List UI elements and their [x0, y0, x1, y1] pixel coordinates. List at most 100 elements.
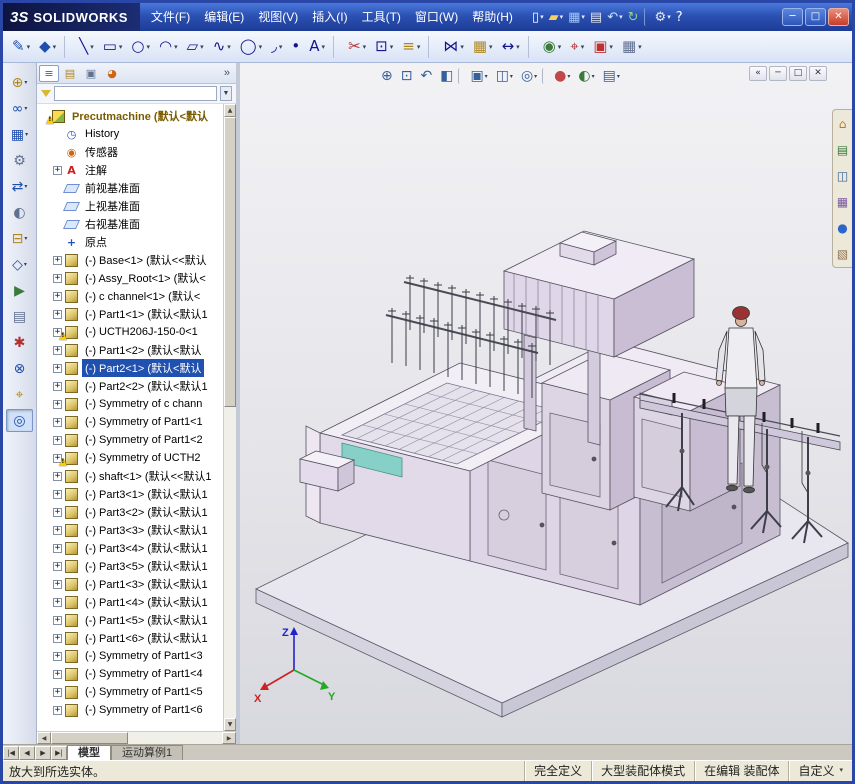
- tree-item-sym-part1-1[interactable]: + (-) Symmetry of Part1<1: [40, 413, 222, 431]
- sketch-tool-mirror-entities[interactable]: ⋈ ▾: [439, 34, 468, 60]
- titlebar-tool-rebuild[interactable]: ↻ ▾: [626, 6, 641, 28]
- menu-tools[interactable]: 工具(T): [355, 3, 408, 31]
- tab-scroll-first[interactable]: |◀: [3, 746, 19, 760]
- titlebar-tool-options[interactable]: ⚙ ▾: [653, 6, 673, 28]
- doc-control-doc-minimize[interactable]: ─: [769, 66, 787, 81]
- assembly-tool-interference-detection[interactable]: ⊗ ▾: [6, 357, 33, 380]
- tree-item-shaft-1[interactable]: + (-) shaft<1> (默认<<默认1: [40, 467, 222, 485]
- sketch-tool-text[interactable]: A ▾: [305, 34, 329, 60]
- view-tool-view-settings[interactable]: ▤ ▾: [600, 66, 623, 86]
- expander-icon[interactable]: +: [53, 633, 62, 643]
- expander-icon[interactable]: +: [53, 525, 62, 535]
- tree-item-sym-part1-4[interactable]: + (-) Symmetry of Part1<4: [40, 665, 222, 683]
- tree-item-ucth206j-150-0-1[interactable]: + (-) UCTH206J-150-0<1: [40, 323, 222, 341]
- assembly-tool-measure[interactable]: ⌖ ▾: [6, 383, 33, 406]
- view-tool-previous-view[interactable]: ↶ ▾: [417, 66, 435, 86]
- tree-item-right-plane[interactable]: + 右视基准面: [40, 215, 222, 233]
- expander-icon[interactable]: +: [53, 417, 62, 427]
- tree-item-sym-c-channel[interactable]: + (-) Symmetry of c chann: [40, 395, 222, 413]
- view-tool-zoom-to-fit[interactable]: ⊕ ▾: [378, 66, 396, 86]
- expander-icon[interactable]: +: [53, 399, 62, 409]
- window-button-close[interactable]: ✕: [828, 8, 849, 26]
- tree-item-sym-part1-3[interactable]: + (-) Symmetry of Part1<3: [40, 647, 222, 665]
- expander-icon[interactable]: +: [53, 309, 62, 319]
- expander-icon[interactable]: +: [53, 615, 62, 625]
- tab-motion-study-1[interactable]: 运动算例1: [111, 745, 184, 760]
- sketch-tool-linear-sketch-pattern[interactable]: ▦ ▾: [469, 34, 497, 60]
- tree-item-part3-3[interactable]: + (-) Part3<3> (默认<默认1: [40, 521, 222, 539]
- tree-item-sym-part1-2[interactable]: + (-) Symmetry of Part1<2: [40, 431, 222, 449]
- tree-item-part3-5[interactable]: + (-) Part3<5> (默认<默认1: [40, 557, 222, 575]
- assembly-tool-smart-fasteners[interactable]: ⚙ ▾: [6, 149, 33, 172]
- graphics-viewport[interactable]: ⊕ ▾ ⊡ ▾ ↶ ▾ ◧ ▾ ▾ ▣: [240, 63, 852, 744]
- assembly-tool-exploded-view[interactable]: ✱ ▾: [6, 331, 33, 354]
- scroll-up-button[interactable]: ▲: [224, 104, 236, 117]
- window-button-maximize[interactable]: □: [805, 8, 826, 26]
- sketch-tool-arc[interactable]: ◠ ▾: [155, 34, 182, 60]
- menu-view[interactable]: 视图(V): [251, 3, 305, 31]
- expander-icon[interactable]: +: [53, 669, 62, 679]
- view-tool-section-view[interactable]: ◧ ▾: [437, 66, 456, 86]
- expander-icon[interactable]: +: [53, 363, 62, 373]
- expander-icon[interactable]: +: [53, 255, 62, 265]
- tree-item-part3-4[interactable]: + (-) Part3<4> (默认<默认1: [40, 539, 222, 557]
- taskpane-tab-file-explorer[interactable]: ◫: [834, 166, 851, 185]
- sketch-tool-sketch[interactable]: ✎ ▾: [8, 34, 34, 60]
- doc-control-doc-close[interactable]: ✕: [809, 66, 827, 81]
- doc-control-featuremanager-collapse[interactable]: «: [749, 66, 767, 81]
- sketch-tool-point[interactable]: • ▾: [287, 34, 304, 60]
- expander-icon[interactable]: +: [53, 561, 62, 571]
- scroll-track[interactable]: [224, 117, 236, 718]
- assembly-tool-assembly-features[interactable]: ⊟ ▾: [6, 227, 33, 250]
- panel-tab-displaymanager[interactable]: ◕: [102, 65, 122, 82]
- view-tool-apply-scene[interactable]: ◐ ▾: [575, 66, 597, 86]
- tree-item-sensors[interactable]: + 传感器: [40, 143, 222, 161]
- tree-item-part3-2[interactable]: + (-) Part3<2> (默认<默认1: [40, 503, 222, 521]
- sketch-tool-sketch-fillet[interactable]: ◞ ▾: [267, 34, 286, 60]
- view-tool-display-style[interactable]: ◫ ▾: [493, 66, 516, 86]
- tree-item-part1-2[interactable]: + (-) Part1<2> (默认<默认: [40, 341, 222, 359]
- sketch-tool-move-entities[interactable]: ↔ ▾: [498, 34, 524, 60]
- taskpane-tab-view-palette[interactable]: ▦: [834, 192, 851, 211]
- scroll-left-button[interactable]: ◀: [37, 732, 51, 744]
- view-tool-edit-appearance[interactable]: ● ▾: [551, 66, 573, 86]
- expander-icon[interactable]: +: [53, 345, 62, 355]
- tree-item-part1-3[interactable]: + (-) Part1<3> (默认<默认1: [40, 575, 222, 593]
- sketch-tool-trim-entities[interactable]: ✂ ▾: [344, 34, 370, 60]
- titlebar-tool-help[interactable]: ? ▾: [674, 6, 685, 28]
- tab-scroll-last[interactable]: ▶|: [51, 746, 67, 760]
- sketch-tool-smart-dimension[interactable]: ◆ ▾: [35, 34, 60, 60]
- titlebar-tool-save[interactable]: ▦ ▾: [566, 6, 587, 28]
- menu-insert[interactable]: 插入(I): [305, 3, 354, 31]
- taskpane-tab-custom-properties[interactable]: ▧: [834, 244, 851, 263]
- sketch-tool-display-relations[interactable]: ◉ ▾: [539, 34, 566, 60]
- tree-vertical-scrollbar[interactable]: ▲ ▼: [223, 104, 236, 731]
- menu-file[interactable]: 文件(F): [144, 3, 197, 31]
- filter-input[interactable]: [54, 86, 217, 101]
- sketch-tool-line[interactable]: ╲ ▾: [75, 34, 98, 60]
- scroll-down-button[interactable]: ▼: [224, 718, 236, 731]
- view-tool-hide-show-items[interactable]: ◎ ▾: [518, 66, 540, 86]
- tree-item-part1-5[interactable]: + (-) Part1<5> (默认<默认1: [40, 611, 222, 629]
- scroll-right-button[interactable]: ▶: [222, 732, 236, 744]
- tree-item-assy-root-1[interactable]: + (-) Assy_Root<1> (默认<: [40, 269, 222, 287]
- sketch-tool-corner-rectangle[interactable]: ▭ ▾: [99, 34, 127, 60]
- expander-icon[interactable]: +: [53, 579, 62, 589]
- scroll-thumb[interactable]: [51, 732, 128, 744]
- expander-icon[interactable]: +: [53, 471, 62, 481]
- doc-control-doc-restore[interactable]: □: [789, 66, 807, 81]
- assembly-tool-reference-geometry[interactable]: ◇ ▾: [6, 253, 33, 276]
- tree-item-part3-1[interactable]: + (-) Part3<1> (默认<默认1: [40, 485, 222, 503]
- expander-icon[interactable]: +: [53, 273, 62, 283]
- taskpane-tab-solidworks-resources[interactable]: ⌂: [834, 114, 851, 133]
- scroll-track[interactable]: [51, 732, 222, 744]
- expander-icon[interactable]: +: [53, 507, 62, 517]
- tree-item-sym-ucth[interactable]: + (-) Symmetry of UCTH2: [40, 449, 222, 467]
- tree-item-root[interactable]: - Precutmachine (默认<默认: [40, 107, 222, 125]
- sketch-tool-polygon[interactable]: ▱ ▾: [183, 34, 208, 60]
- tree-item-c-channel-1[interactable]: + (-) c channel<1> (默认<: [40, 287, 222, 305]
- menu-window[interactable]: 窗口(W): [408, 3, 465, 31]
- assembly-tool-mate[interactable]: ∞ ▾: [6, 97, 33, 120]
- tree-item-sym-part1-6[interactable]: + (-) Symmetry of Part1<6: [40, 701, 222, 719]
- assembly-tool-zoom-to-selection[interactable]: ◎ ▾: [6, 409, 33, 432]
